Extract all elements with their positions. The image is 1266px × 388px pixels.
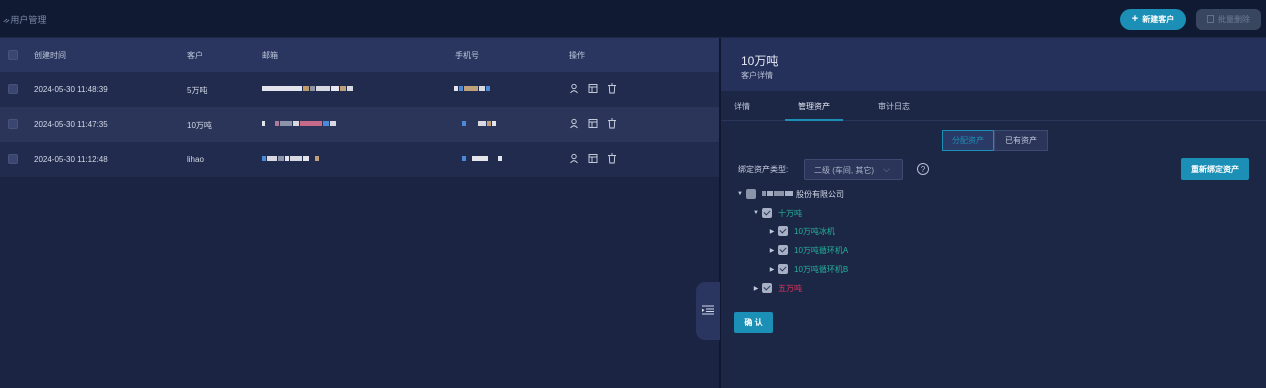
tree-root-label: 股份有限公司 [796, 189, 844, 199]
tree-checkbox[interactable] [778, 245, 788, 255]
help-icon[interactable]: ? [917, 163, 929, 175]
phone-redacted [462, 156, 503, 162]
table-icon[interactable] [588, 153, 598, 166]
column-header-created: 创建时间 [34, 51, 66, 60]
batch-delete-button[interactable]: 批量删除 [1196, 9, 1261, 30]
row-actions [569, 153, 617, 166]
tree-node[interactable]: ▶ 10万吨循环机A [766, 244, 848, 256]
trash-icon[interactable] [607, 83, 617, 96]
tab-details[interactable]: 详情 [734, 101, 750, 112]
row-actions [569, 118, 617, 131]
row-actions [569, 83, 617, 96]
email-redacted [262, 156, 320, 162]
tree-node[interactable]: ▶ 10万吨冰机 [766, 225, 835, 237]
new-customer-button[interactable]: + 新建客户 [1120, 9, 1186, 30]
detail-tabs: 详情 管理资产 审计日志 [721, 91, 1266, 121]
row-checkbox[interactable] [8, 119, 18, 129]
table-row[interactable]: 2024-05-30 11:48:39 5万吨 [0, 72, 719, 107]
created-cell: 2024-05-30 11:12:48 [34, 155, 108, 164]
tree-node-label: 10万吨冰机 [794, 226, 835, 236]
caret-right-icon[interactable]: ▶ [750, 285, 762, 292]
tree-checkbox[interactable] [746, 189, 756, 199]
customer-cell: 10万吨 [187, 121, 212, 130]
chevron-down-icon: ⌵ [883, 164, 890, 174]
active-tab-indicator [785, 119, 843, 121]
tree-node-root[interactable]: ▼ 股份有限公司 [734, 188, 844, 200]
tree-node-label: 10万吨循环机A [794, 245, 849, 255]
trash-icon[interactable] [607, 153, 617, 166]
user-icon[interactable] [569, 83, 579, 96]
caret-right-icon[interactable]: ▶ [766, 266, 778, 273]
table-row[interactable]: 2024-05-30 11:12:48 lihao [0, 142, 719, 177]
tree-node[interactable]: ▶ 五万吨 [750, 282, 802, 294]
confirm-button[interactable]: 确 认 [734, 312, 773, 333]
top-bar: ᨀ用户管理 + 新建客户 批量删除 [0, 0, 1266, 38]
trash-icon[interactable] [607, 118, 617, 131]
column-header-actions: 操作 [569, 51, 585, 60]
document-icon [1207, 14, 1214, 25]
row-checkbox[interactable] [8, 154, 18, 164]
phone-redacted [454, 86, 491, 92]
detail-title: 10万吨 [741, 54, 779, 68]
tree-checkbox[interactable] [778, 264, 788, 274]
tree-node[interactable]: ▼ 十万吨 [750, 207, 802, 219]
select-all-checkbox[interactable] [8, 50, 18, 60]
column-header-email: 邮箱 [262, 51, 278, 60]
caret-down-icon[interactable]: ▼ [750, 210, 762, 216]
user-icon[interactable] [569, 153, 579, 166]
tree-node-label: 五万吨 [778, 283, 802, 293]
company-name-redacted [762, 191, 794, 197]
column-header-phone: 手机号 [455, 51, 479, 60]
indent-icon [702, 305, 714, 317]
phone-redacted [462, 121, 497, 127]
tree-checkbox[interactable] [762, 283, 772, 293]
row-checkbox[interactable] [8, 84, 18, 94]
caret-down-icon[interactable]: ▼ [734, 191, 746, 197]
bind-type-select[interactable]: 二级 (车间, 其它) ⌵ [804, 159, 903, 180]
bind-type-value: 二级 (车间, 其它) [814, 166, 874, 175]
customer-detail-panel: 10万吨 客户详情 详情 管理资产 审计日志 分配资产 已有资产 绑定资产类型:… [721, 38, 1266, 388]
table-icon[interactable] [588, 83, 598, 96]
column-header-customer: 客户 [187, 51, 203, 60]
customer-cell: 5万吨 [187, 86, 208, 95]
batch-delete-label: 批量删除 [1218, 15, 1250, 24]
bind-type-label: 绑定资产类型: [738, 165, 789, 174]
tree-node-label: 十万吨 [778, 208, 802, 218]
table-header: 创建时间 客户 邮箱 手机号 操作 [0, 38, 719, 72]
detail-subtitle: 客户详情 [741, 71, 773, 80]
user-icon[interactable] [569, 118, 579, 131]
segment-existing-assets[interactable]: 已有资产 [994, 130, 1048, 151]
email-redacted [262, 86, 354, 92]
plus-icon: + [1131, 13, 1139, 25]
rebind-assets-button[interactable]: 重新绑定资产 [1181, 158, 1249, 180]
created-cell: 2024-05-30 11:47:35 [34, 120, 108, 129]
page-title: ᨀ用户管理 [3, 15, 47, 25]
new-customer-label: 新建客户 [1142, 15, 1175, 24]
tree-node[interactable]: ▶ 10万吨循环机B [766, 263, 848, 275]
table-icon[interactable] [588, 118, 598, 131]
caret-right-icon[interactable]: ▶ [766, 247, 778, 254]
tree-checkbox[interactable] [762, 208, 772, 218]
tree-node-label: 10万吨循环机B [794, 264, 849, 274]
collapse-panel-button[interactable] [696, 282, 720, 340]
table-row[interactable]: 2024-05-30 11:47:35 10万吨 [0, 107, 719, 142]
email-redacted [262, 121, 337, 127]
tab-audit-log[interactable]: 审计日志 [878, 101, 910, 112]
created-cell: 2024-05-30 11:48:39 [34, 85, 108, 94]
segment-assign-assets[interactable]: 分配资产 [942, 130, 994, 151]
caret-right-icon[interactable]: ▶ [766, 228, 778, 235]
detail-header: 10万吨 客户详情 [721, 38, 1266, 91]
tab-manage-assets[interactable]: 管理资产 [798, 101, 830, 112]
tree-checkbox[interactable] [778, 226, 788, 236]
customer-cell: lihao [187, 155, 204, 164]
customer-table: 创建时间 客户 邮箱 手机号 操作 2024-05-30 11:48:39 5万… [0, 38, 719, 388]
